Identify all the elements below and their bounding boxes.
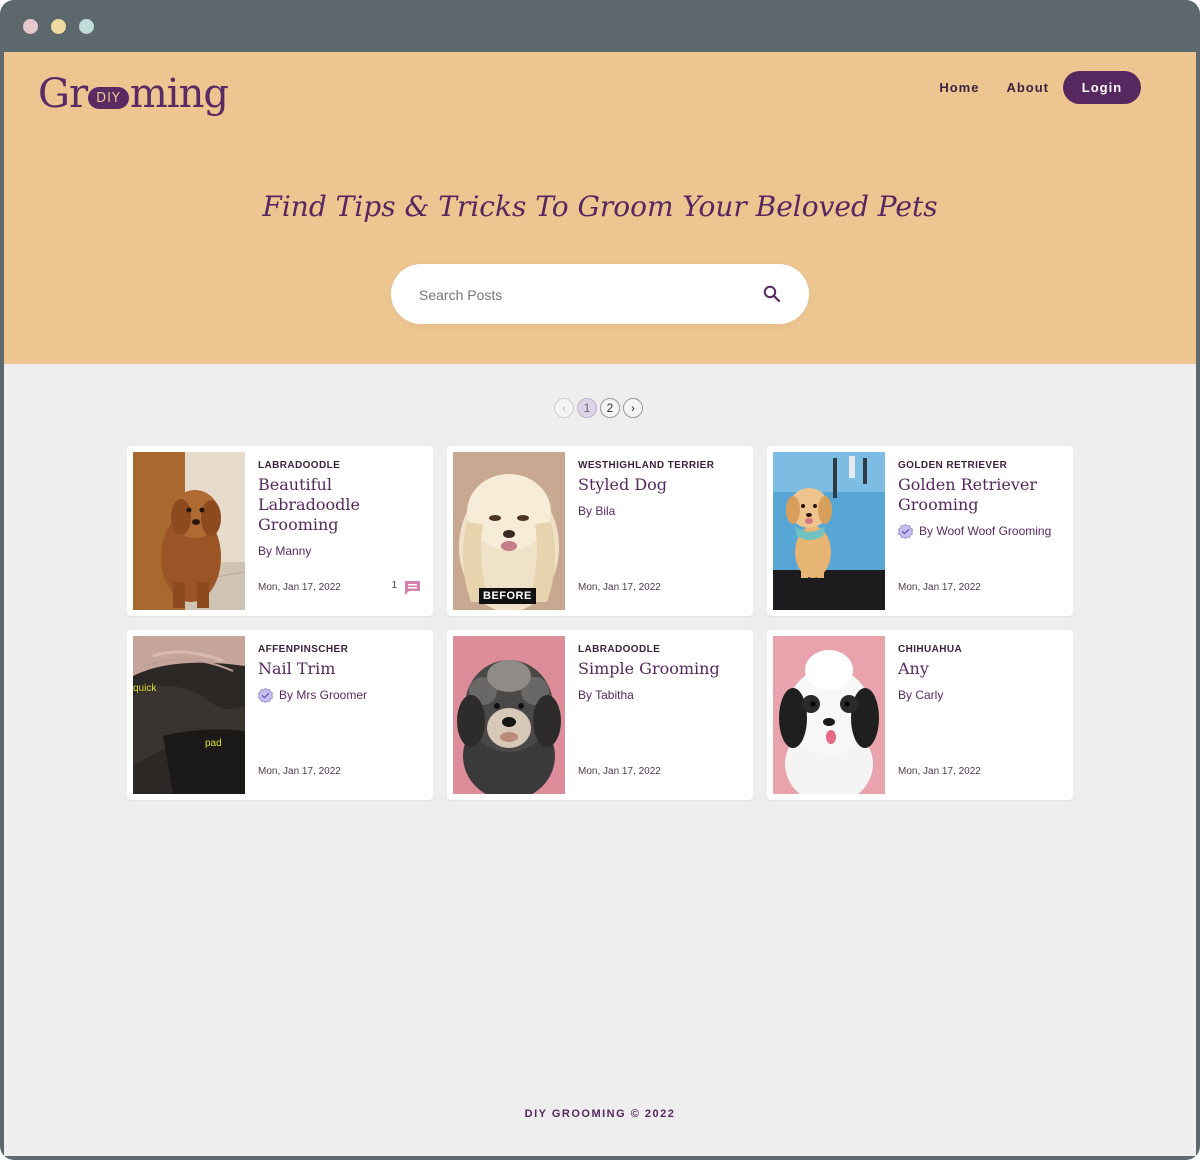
post-category: AFFENPINSCHER: [258, 644, 349, 655]
post-author: By Manny: [258, 543, 423, 560]
pad-image-label: pad: [205, 738, 222, 749]
post-author-name: By Tabitha: [578, 688, 634, 702]
post-card-body: AFFENPINSCHER Nail Trim By Mrs Groomer: [258, 644, 423, 704]
verified-badge-icon: [898, 524, 913, 539]
window-minimize-dot[interactable]: [51, 19, 66, 34]
post-thumbnail-labradoodle[interactable]: [133, 452, 245, 610]
before-image-tag: BEFORE: [479, 588, 536, 604]
search-bar: [391, 264, 809, 324]
post-comments[interactable]: 1: [391, 580, 421, 596]
post-author-name: By Carly: [898, 688, 944, 702]
post-card-body: LABRADOODLE Simple Grooming By Tabitha: [578, 644, 743, 704]
post-thumbnail-golden-retriever[interactable]: [773, 452, 885, 610]
post-author: By Bila: [578, 503, 743, 520]
post-title[interactable]: Any: [898, 659, 1063, 679]
post-card[interactable]: LABRADOODLE Beautiful Labradoodle Groomi…: [127, 446, 433, 616]
post-card-body: LABRADOODLE Beautiful Labradoodle Groomi…: [258, 460, 423, 560]
page-viewport: Gr DIY ming Home About Login Find Tips &…: [4, 52, 1196, 1156]
post-category: WESTHIGHLAND TERRIER: [578, 460, 715, 471]
post-thumbnail-labradoodle-gray[interactable]: [453, 636, 565, 794]
post-category: GOLDEN RETRIEVER: [898, 460, 1008, 471]
post-author: By Woof Woof Grooming: [898, 523, 1063, 540]
nav-about-link[interactable]: About: [1006, 80, 1049, 95]
comment-icon: [405, 581, 420, 595]
nav-home-link[interactable]: Home: [939, 80, 979, 95]
post-thumbnail-affenpinscher[interactable]: quick pad: [133, 636, 245, 794]
post-thumbnail-westie[interactable]: BEFORE: [453, 452, 565, 610]
search-input[interactable]: [417, 280, 741, 310]
post-title[interactable]: Beautiful Labradoodle Grooming: [258, 475, 423, 535]
logo-text-left: Gr: [38, 71, 88, 117]
post-date: Mon, Jan 17, 2022: [578, 582, 661, 593]
logo-diy-pill: DIY: [88, 87, 129, 109]
post-card[interactable]: CHIHUAHUA Any By Carly Mon, Jan 17, 2022: [767, 630, 1073, 800]
post-card[interactable]: quick pad AFFENPINSCHER Nail Trim By Mrs…: [127, 630, 433, 800]
hero-headline: Find Tips & Tricks To Groom Your Beloved…: [262, 190, 938, 223]
post-category: CHIHUAHUA: [898, 644, 963, 655]
site-logo[interactable]: Gr DIY ming: [38, 66, 229, 122]
post-date: Mon, Jan 17, 2022: [258, 582, 341, 593]
comment-count: 1: [391, 579, 397, 591]
pagination-page-1[interactable]: 1: [577, 398, 597, 418]
pagination-next-button[interactable]: ›: [623, 398, 643, 418]
window-maximize-dot[interactable]: [79, 19, 94, 34]
post-author: By Mrs Groomer: [258, 687, 423, 704]
logo-text-right: ming: [129, 71, 229, 117]
post-card[interactable]: GOLDEN RETRIEVER Golden Retriever Groomi…: [767, 446, 1073, 616]
post-thumbnail-chihuahua[interactable]: [773, 636, 885, 794]
post-author-name: By Bila: [578, 504, 616, 518]
post-card-body: WESTHIGHLAND TERRIER Styled Dog By Bila: [578, 460, 743, 520]
search-icon[interactable]: [762, 284, 782, 304]
post-date: Mon, Jan 17, 2022: [258, 766, 341, 777]
pagination: ‹ 1 2 ›: [554, 397, 646, 419]
browser-window: Gr DIY ming Home About Login Find Tips &…: [0, 0, 1200, 1160]
post-date: Mon, Jan 17, 2022: [898, 582, 981, 593]
post-author: By Tabitha: [578, 687, 743, 704]
pagination-prev-button[interactable]: ‹: [554, 398, 574, 418]
post-card-body: CHIHUAHUA Any By Carly: [898, 644, 1063, 704]
quick-image-label: quick: [133, 683, 157, 694]
window-close-dot[interactable]: [23, 19, 38, 34]
post-date: Mon, Jan 17, 2022: [578, 766, 661, 777]
verified-badge-icon: [258, 688, 273, 703]
post-date: Mon, Jan 17, 2022: [898, 766, 981, 777]
window-titlebar: [0, 0, 1200, 50]
post-card[interactable]: BEFORE WESTHIGHLAND TERRIER Styled Dog B…: [447, 446, 753, 616]
post-title[interactable]: Styled Dog: [578, 475, 743, 495]
post-category: LABRADOODLE: [578, 644, 661, 655]
post-card-body: GOLDEN RETRIEVER Golden Retriever Groomi…: [898, 460, 1063, 540]
post-title[interactable]: Nail Trim: [258, 659, 423, 679]
site-footer: DIY GROOMING © 2022: [524, 1108, 676, 1120]
pagination-page-2[interactable]: 2: [600, 398, 620, 418]
post-title[interactable]: Golden Retriever Grooming: [898, 475, 1063, 515]
login-button[interactable]: Login: [1063, 71, 1141, 104]
post-author-name: By Woof Woof Grooming: [919, 524, 1052, 538]
post-category: LABRADOODLE: [258, 460, 341, 471]
post-author-name: By Manny: [258, 544, 312, 558]
post-author: By Carly: [898, 687, 1063, 704]
post-title[interactable]: Simple Grooming: [578, 659, 743, 679]
hero-header: Gr DIY ming Home About Login Find Tips &…: [4, 52, 1196, 364]
main-nav: Home About Login: [912, 71, 1141, 104]
post-card[interactable]: LABRADOODLE Simple Grooming By Tabitha M…: [447, 630, 753, 800]
post-author-name: By Mrs Groomer: [279, 688, 368, 702]
